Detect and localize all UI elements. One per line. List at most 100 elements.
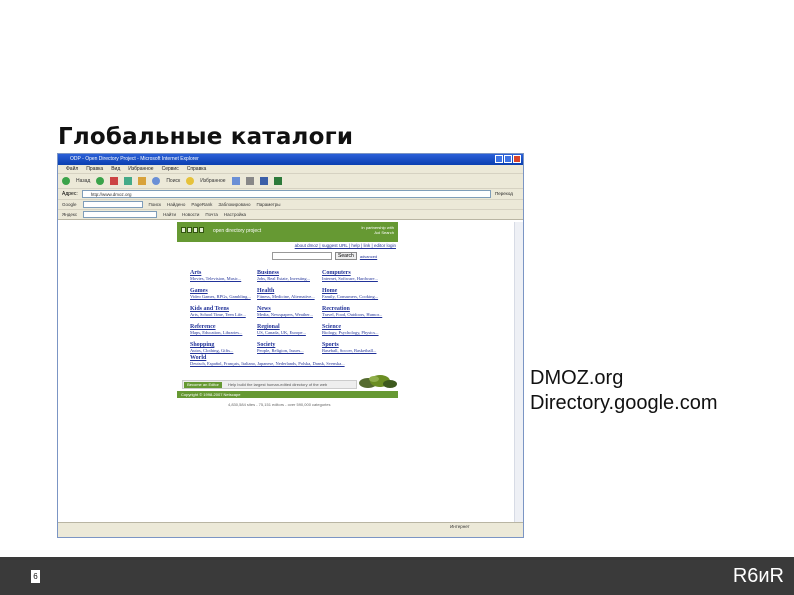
address-label: Адрес: xyxy=(62,191,78,197)
menu-tools[interactable]: Сервис xyxy=(162,165,179,173)
category-subs[interactable]: Baseball, Soccer, Basketball... xyxy=(322,348,392,353)
google-toolbar-item-1[interactable]: Найдено xyxy=(167,202,185,207)
category-subs[interactable]: Travel, Food, Outdoors, Humor... xyxy=(322,312,392,317)
category-reference[interactable]: Reference Maps, Education, Libraries... xyxy=(190,324,260,335)
stop-icon[interactable] xyxy=(110,177,119,185)
category-kids-and-teens[interactable]: Kids and Teens Arts, School Time, Teen L… xyxy=(190,306,260,317)
minimize-icon[interactable] xyxy=(495,155,503,163)
page-number: 6 xyxy=(31,570,40,583)
menu-file[interactable]: Файл xyxy=(66,165,78,173)
menu-view[interactable]: Вид xyxy=(111,165,120,173)
dmoz-tagline: open directory project xyxy=(213,228,262,234)
category-business[interactable]: Business Jobs, Real Estate, Investing... xyxy=(257,270,327,281)
dmoz-logo[interactable] xyxy=(181,227,204,233)
favorites-label[interactable]: Избранное xyxy=(200,178,225,184)
status-zone: Интернет xyxy=(450,524,470,529)
dmoz-search-input[interactable] xyxy=(272,252,332,260)
brand-logo: R6иR xyxy=(732,565,784,587)
category-subs[interactable]: Deutsch, Español, Français, Italiano, Ja… xyxy=(190,361,345,366)
become-editor-button[interactable]: Become an Editor xyxy=(184,382,222,388)
category-computers[interactable]: Computers Internet, Software, Hardware..… xyxy=(322,270,392,281)
menu-help[interactable]: Справка xyxy=(187,165,207,173)
search-icon[interactable] xyxy=(152,177,161,185)
vertical-scrollbar[interactable] xyxy=(514,222,523,524)
menu-favorites[interactable]: Избранное xyxy=(128,165,153,173)
category-games[interactable]: Games Video Games, RPGs, Gambling... xyxy=(190,288,260,299)
category-subs[interactable]: Video Games, RPGs, Gambling... xyxy=(190,294,260,299)
category-news[interactable]: News Media, Newspapers, Weather... xyxy=(257,306,327,317)
history-icon[interactable] xyxy=(231,177,240,185)
dmoz-partner: In partnership with Aol Search xyxy=(361,225,394,235)
browser-menubar: Файл Правка Вид Избранное Сервис Справка xyxy=(58,165,523,174)
yandex-search-input[interactable] xyxy=(83,211,158,218)
category-arts[interactable]: Arts Movies, Television, Music... xyxy=(190,270,260,281)
menu-edit[interactable]: Правка xyxy=(86,165,103,173)
yandex-toolbar-item-4[interactable]: Настройка xyxy=(224,212,246,217)
category-science[interactable]: Science Biology, Psychology, Physics... xyxy=(322,324,392,335)
category-subs[interactable]: Media, Newspapers, Weather... xyxy=(257,312,327,317)
category-subs[interactable]: Maps, Education, Libraries... xyxy=(190,330,260,335)
category-regional[interactable]: Regional US, Canada, UK, Europe... xyxy=(257,324,327,335)
category-home[interactable]: Home Family, Consumers, Cooking... xyxy=(322,288,392,299)
slide-title: Глобальные каталоги xyxy=(58,124,354,150)
category-subs[interactable]: US, Canada, UK, Europe... xyxy=(257,330,327,335)
refresh-icon[interactable] xyxy=(124,177,133,185)
dmoz-nav-links[interactable]: about dmoz | suggest URL | help | link |… xyxy=(295,243,396,248)
category-world[interactable]: World Deutsch, Español, Français, Italia… xyxy=(190,355,345,366)
back-icon[interactable] xyxy=(62,177,70,185)
category-subs[interactable]: Movies, Television, Music... xyxy=(190,276,260,281)
google-search-input[interactable] xyxy=(82,201,143,208)
address-bar: Адрес: http://www.dmoz.org Переход xyxy=(58,189,523,200)
category-sports[interactable]: Sports Baseball, Soccer, Basketball... xyxy=(322,342,392,353)
become-editor-text: Help build the largest human-edited dire… xyxy=(228,382,328,387)
category-subs[interactable]: Arts, School Time, Teen Life... xyxy=(190,312,260,317)
google-search-button[interactable]: Поиск xyxy=(149,202,161,207)
dmoz-stats: 4,830,584 sites - 75,151 editors - over … xyxy=(228,402,331,407)
category-subs[interactable]: People, Religion, Issues... xyxy=(257,348,327,353)
google-toolbar-item-4[interactable]: Параметры xyxy=(257,202,281,207)
category-subs[interactable]: Family, Consumers, Cooking... xyxy=(322,294,392,299)
dmoz-nav: about dmoz | suggest URL | help | link |… xyxy=(177,242,398,251)
yandex-toolbar-label: Яндекс xyxy=(62,212,78,217)
yandex-toolbar-item-3[interactable]: Почта xyxy=(205,212,218,217)
category-subs[interactable]: Jobs, Real Estate, Investing... xyxy=(257,276,327,281)
category-shopping[interactable]: Shopping Autos, Clothing, Gifts... xyxy=(190,342,260,353)
become-editor-bar: Become an Editor Help build the largest … xyxy=(182,380,357,389)
edit-icon[interactable] xyxy=(273,177,282,185)
dmoz-search: Search advanced xyxy=(272,252,377,260)
dmoz-advanced-link[interactable]: advanced xyxy=(360,254,377,259)
slide-caption: DMOZ.org Directory.google.com xyxy=(530,366,717,416)
browser-titlebar: ODP - Open Directory Project - Microsoft… xyxy=(58,154,523,165)
forward-icon[interactable] xyxy=(96,177,105,185)
go-button[interactable]: Переход xyxy=(495,190,523,198)
category-subs[interactable]: Internet, Software, Hardware... xyxy=(322,276,392,281)
search-label[interactable]: Поиск xyxy=(166,178,180,184)
category-health[interactable]: Health Fitness, Medicine, Alternative... xyxy=(257,288,327,299)
back-label[interactable]: Назад xyxy=(76,178,90,184)
category-subs[interactable]: Biology, Psychology, Physics... xyxy=(322,330,392,335)
yandex-toolbar-item-2[interactable]: Новости xyxy=(182,212,199,217)
favorites-icon[interactable] xyxy=(186,177,195,185)
browser-statusbar: Интернет xyxy=(58,522,523,537)
browser-viewport: open directory project In partnership wi… xyxy=(58,222,523,524)
home-icon[interactable] xyxy=(138,177,147,185)
dmoz-search-button[interactable]: Search xyxy=(335,252,357,260)
caption-line-google-directory: Directory.google.com xyxy=(530,392,718,414)
address-input[interactable]: http://www.dmoz.org xyxy=(81,190,491,198)
google-toolbar-item-3[interactable]: Заблокировано xyxy=(218,202,250,207)
slide-footer: 6 R6иR xyxy=(0,557,794,595)
dmoz-copyright-bar: Copyright © 1998-2007 Netscape xyxy=(177,391,398,398)
google-toolbar-item-2[interactable]: PageRank xyxy=(191,202,212,207)
category-subs[interactable]: Autos, Clothing, Gifts... xyxy=(190,348,260,353)
close-icon[interactable] xyxy=(513,155,521,163)
window-title: ODP - Open Directory Project - Microsoft… xyxy=(70,156,199,162)
google-toolbar: Google Поиск Найдено PageRank Заблокиров… xyxy=(58,200,523,210)
category-recreation[interactable]: Recreation Travel, Food, Outdoors, Humor… xyxy=(322,306,392,317)
print-icon[interactable] xyxy=(259,177,268,185)
maximize-icon[interactable] xyxy=(504,155,512,163)
category-subs[interactable]: Fitness, Medicine, Alternative... xyxy=(257,294,327,299)
yandex-toolbar-item-1[interactable]: Найти xyxy=(163,212,176,217)
category-society[interactable]: Society People, Religion, Issues... xyxy=(257,342,327,353)
dmoz-partner-line-2[interactable]: Aol Search xyxy=(361,230,394,235)
mail-icon[interactable] xyxy=(245,177,254,185)
